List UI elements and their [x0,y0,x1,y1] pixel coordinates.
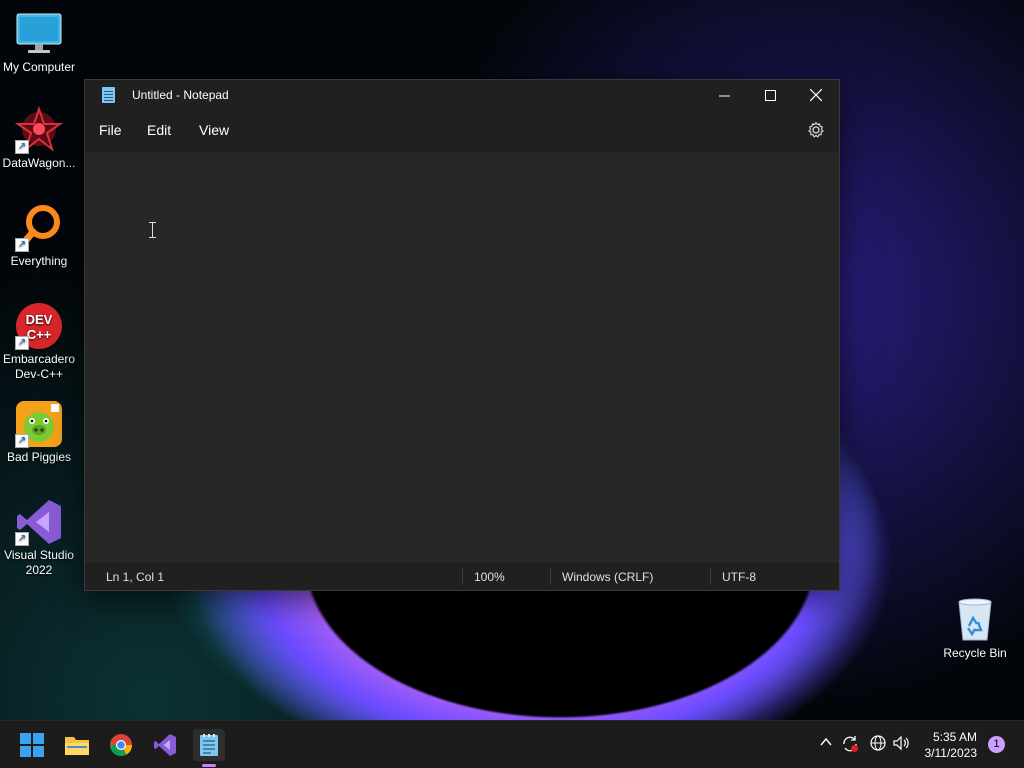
network-globe-icon[interactable] [869,735,887,753]
desktop-icon-my-computer[interactable]: My Computer [0,10,78,75]
desktop-icon-visual-studio[interactable]: ↗ Visual Studio 2022 [0,498,78,578]
start-button[interactable] [16,729,48,761]
svg-text:C++: C++ [27,327,52,342]
taskbar-notepad[interactable] [193,729,225,767]
maximize-button[interactable] [747,80,793,110]
desktop-icon-label-line1: Embarcadero [2,352,76,366]
text-editor-area[interactable] [85,152,839,564]
windows-start-icon [20,733,44,757]
show-hidden-icons-chevron-icon[interactable] [817,735,835,753]
shortcut-arrow-icon: ↗ [15,140,29,154]
volume-speaker-icon[interactable] [893,735,911,753]
status-divider [710,568,711,585]
bad-piggies-icon: ↗ [15,400,63,448]
desktop-icon-everything[interactable]: ↗ Everything [0,204,78,269]
taskbar-clock[interactable]: 5:35 AM 3/11/2023 [925,729,978,761]
taskbar-chrome[interactable] [105,729,137,761]
status-divider [462,568,463,585]
desktop-icon-datawagon[interactable]: ↗ DataWagon... [0,105,78,171]
desktop-icon-label: Everything [10,254,68,268]
title-bar[interactable]: Untitled - Notepad [85,80,839,110]
clock-date: 3/11/2023 [924,746,978,760]
shortcut-arrow-icon: ↗ [15,238,29,252]
datawagon-icon: ↗ [14,105,64,154]
desktop-icon-label-line2: Dev-C++ [14,367,64,381]
close-button[interactable] [793,80,839,110]
status-bar: Ln 1, Col 1 100% Windows (CRLF) UTF-8 [85,563,839,590]
menu-edit[interactable]: Edit [147,122,171,138]
visual-studio-icon: ↗ [15,498,63,546]
clock-time: 5:35 AM [932,730,977,744]
shortcut-arrow-icon: ↗ [15,434,29,448]
taskbar: 5:35 AM 3/11/2023 1 [0,720,1024,768]
taskbar-file-explorer[interactable] [61,729,93,761]
notification-badge[interactable]: 1 [988,736,1005,753]
everything-search-icon: ↗ [15,204,63,252]
status-divider [550,568,551,585]
desktop-icon-label-line1: Visual Studio [4,548,74,562]
visual-studio-icon [154,734,176,756]
close-icon [810,89,822,101]
shortcut-arrow-icon: ↗ [15,532,29,546]
notepad-app-icon [102,87,115,103]
desktop-icon-label: DataWagon... [2,156,76,170]
desktop: My Computer ↗ DataWagon... ↗ Everything [0,0,1024,720]
svg-text:DEV: DEV [26,312,53,327]
recycle-bin-icon [951,596,999,644]
notepad-icon [200,734,218,756]
menu-file[interactable]: File [99,122,122,138]
desktop-icon-label: Bad Piggies [6,450,72,464]
minimize-button[interactable] [701,80,747,110]
desktop-icon-dev-cpp[interactable]: DEV C++ ↗ Embarcadero Dev-C++ [0,302,78,382]
status-line-ending: Windows (CRLF) [562,570,654,584]
status-encoding: UTF-8 [722,570,756,584]
dev-cpp-icon: DEV C++ ↗ [15,302,63,350]
status-cursor-position: Ln 1, Col 1 [106,570,165,584]
desktop-icon-label-line2: 2022 [25,563,53,577]
menu-view[interactable]: View [199,122,229,138]
taskbar-visual-studio[interactable] [149,729,181,761]
computer-icon [15,10,63,58]
notepad-window[interactable]: Untitled - Notepad File Edit View Ln 1, … [84,79,840,591]
sync-alert-icon[interactable] [841,735,859,753]
status-zoom: 100% [474,570,505,584]
active-window-indicator [202,764,216,767]
minimize-icon [718,95,730,96]
chrome-icon [110,734,132,756]
desktop-icon-label: Recycle Bin [943,646,1007,660]
desktop-icon-label: My Computer [2,60,76,74]
window-title: Untitled - Notepad [132,88,229,102]
text-cursor-icon [149,222,156,238]
folder-icon [65,737,89,755]
shortcut-arrow-icon: ↗ [15,336,29,350]
desktop-icon-bad-piggies[interactable]: ↗ Bad Piggies [0,400,78,465]
settings-gear-icon[interactable] [807,121,825,139]
menu-bar: File Edit View [85,110,839,152]
desktop-icon-recycle-bin[interactable]: Recycle Bin [936,596,1014,661]
maximize-icon [764,89,776,101]
